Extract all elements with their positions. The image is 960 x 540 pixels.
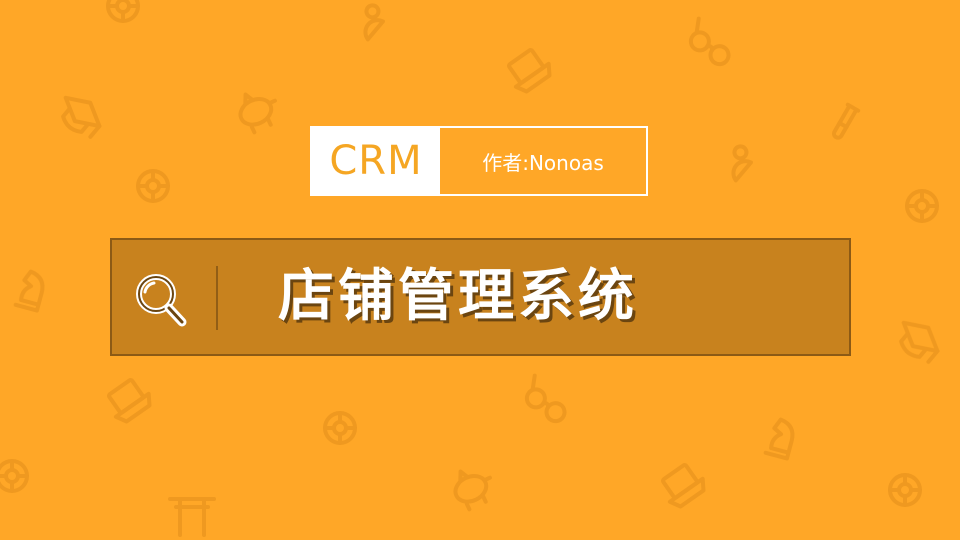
badge-crm-panel: CRM <box>312 128 440 194</box>
magnifier-icon <box>136 274 187 327</box>
badge-crm-label: CRM <box>329 138 423 184</box>
crm-badge: CRM 作者:Nonoas <box>310 126 648 196</box>
banner-divider <box>216 266 218 330</box>
badge-author-panel: 作者:Nonoas <box>440 128 646 194</box>
title-banner: 店铺管理系统 <box>110 238 851 356</box>
badge-author-label: 作者:Nonoas <box>482 150 604 175</box>
page-title: 店铺管理系统 <box>278 264 638 329</box>
